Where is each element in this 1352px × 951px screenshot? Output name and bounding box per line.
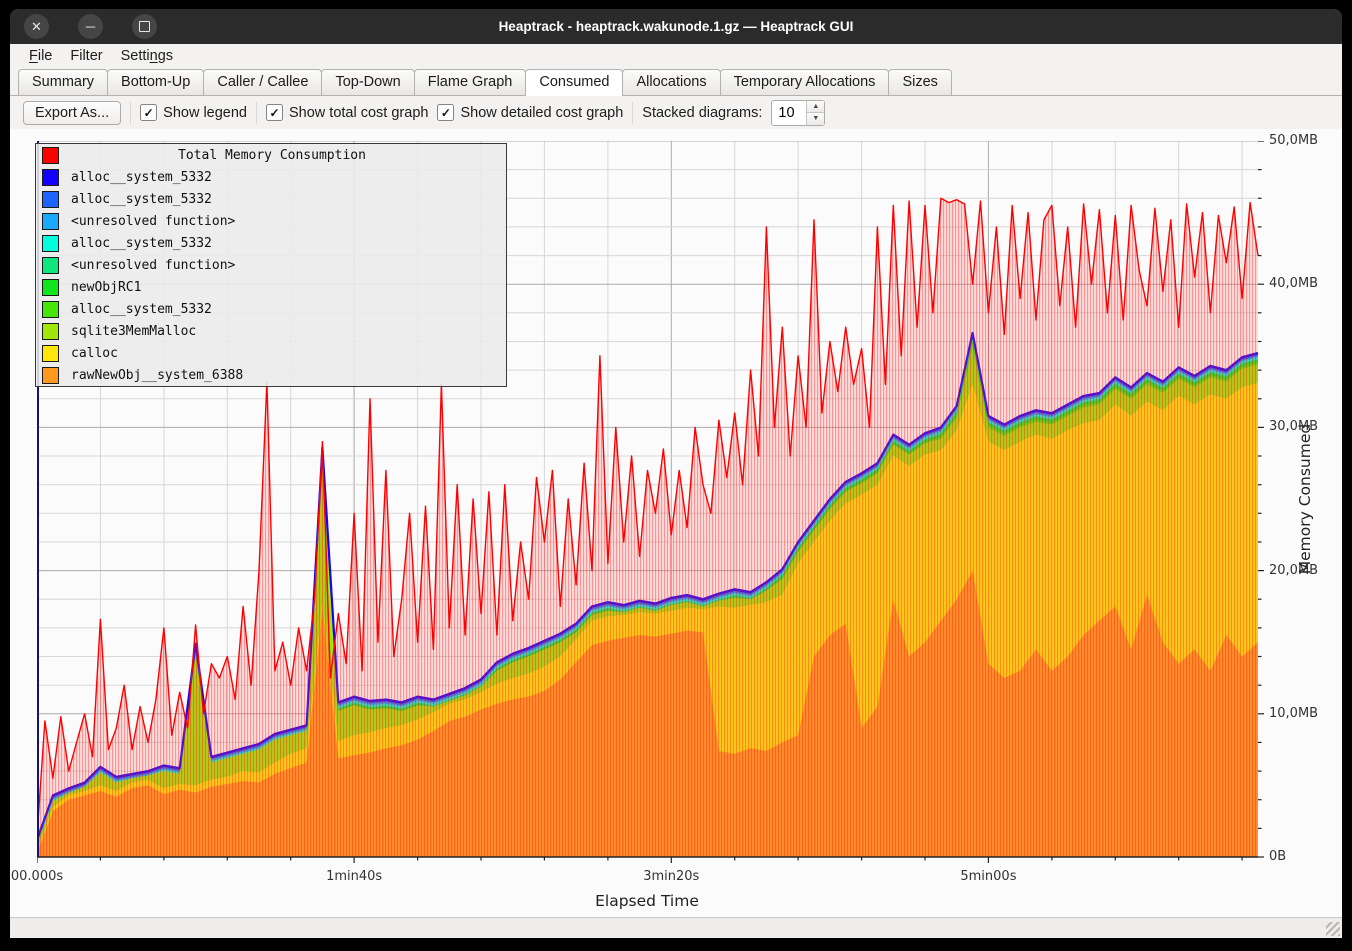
legend-label: alloc__system_5332 [71, 170, 212, 185]
toolbar-separator [632, 102, 633, 124]
legend-swatch [42, 235, 59, 252]
toolbar: Export As... ✓ Show legend ✓ Show total … [10, 96, 1342, 129]
y-tick-label: 50,0MB [1269, 133, 1318, 148]
window-title: Heaptrack - heaptrack.wakunode.1.gz — He… [10, 19, 1342, 34]
show-total-cost-label: Show total cost graph [289, 105, 428, 121]
tab-allocations[interactable]: Allocations [622, 69, 720, 95]
legend-swatch [42, 345, 59, 362]
tab-temporary-allocations[interactable]: Temporary Allocations [720, 69, 890, 95]
show-detailed-cost-label: Show detailed cost graph [460, 105, 623, 121]
x-tick-label: 00.000s [11, 869, 63, 884]
y-tick-label: 40,0MB [1269, 276, 1318, 291]
tab-top-down[interactable]: Top-Down [321, 69, 414, 95]
legend-label: alloc__system_5332 [71, 302, 212, 317]
legend-label: rawNewObj__system_6388 [71, 368, 243, 383]
tab-bar: Summary Bottom-Up Caller / Callee Top-Do… [10, 67, 1342, 96]
legend-row: Total Memory Consumption [36, 144, 506, 166]
legend-label: alloc__system_5332 [71, 236, 212, 251]
show-detailed-cost-checkbox[interactable]: ✓ Show detailed cost graph [437, 104, 623, 121]
menu-settings[interactable]: Settings [112, 47, 182, 65]
legend-label: alloc__system_5332 [71, 192, 212, 207]
checkbox-icon[interactable]: ✓ [437, 104, 454, 121]
x-tick-label: 5min00s [960, 869, 1016, 884]
legend-swatch [42, 147, 59, 164]
stacked-diagrams-input[interactable] [772, 101, 806, 125]
menu-bar: File Filter Settings [10, 44, 1342, 67]
legend-row: <unresolved function> [36, 254, 506, 276]
legend-label: <unresolved function> [71, 258, 235, 273]
export-as-button[interactable]: Export As... [23, 101, 121, 125]
title-bar[interactable]: ✕ ─ Heaptrack - heaptrack.wakunode.1.gz … [10, 9, 1342, 44]
toolbar-separator [130, 102, 131, 124]
legend-swatch [42, 213, 59, 230]
x-tick-label: 1min40s [326, 869, 382, 884]
show-legend-label: Show legend [163, 105, 247, 121]
legend-swatch [42, 257, 59, 274]
legend-label: <unresolved function> [71, 214, 235, 229]
stacked-diagrams-label: Stacked diagrams: [642, 105, 762, 121]
minimize-button[interactable]: ─ [78, 14, 103, 39]
spinner-up-button[interactable]: ▲ [807, 101, 824, 114]
legend-swatch [42, 367, 59, 384]
tab-summary[interactable]: Summary [18, 69, 108, 95]
menu-file[interactable]: File [20, 47, 61, 65]
legend-swatch [42, 191, 59, 208]
legend-label: sqlite3MemMalloc [71, 324, 196, 339]
tab-bottom-up[interactable]: Bottom-Up [107, 69, 204, 95]
chart-legend: Total Memory Consumption alloc__system_53… [35, 143, 507, 387]
x-axis-title: Elapsed Time [595, 892, 699, 910]
tab-caller-callee[interactable]: Caller / Callee [203, 69, 322, 95]
menu-filter[interactable]: Filter [61, 47, 111, 65]
show-total-cost-checkbox[interactable]: ✓ Show total cost graph [266, 104, 428, 121]
resize-grip[interactable] [1326, 922, 1340, 936]
y-axis-title: Memory Consumed [1296, 424, 1314, 574]
legend-row: newObjRC1 [36, 276, 506, 298]
legend-swatch [42, 169, 59, 186]
legend-row: alloc__system_5332 [36, 188, 506, 210]
x-tick-label: 3min20s [643, 869, 699, 884]
tab-sizes[interactable]: Sizes [888, 69, 951, 95]
legend-row: sqlite3MemMalloc [36, 320, 506, 342]
legend-swatch [42, 323, 59, 340]
legend-row: <unresolved function> [36, 210, 506, 232]
status-bar [10, 917, 1342, 938]
checkbox-icon[interactable]: ✓ [266, 104, 283, 121]
legend-row: alloc__system_5332 [36, 166, 506, 188]
legend-row: alloc__system_5332 [36, 232, 506, 254]
maximize-icon [139, 21, 150, 32]
y-tick-label: 0B [1269, 849, 1286, 864]
legend-row: alloc__system_5332 [36, 298, 506, 320]
tab-flame-graph[interactable]: Flame Graph [414, 69, 527, 95]
legend-swatch [42, 301, 59, 318]
y-tick-label: 10,0MB [1269, 706, 1318, 721]
checkbox-icon[interactable]: ✓ [140, 104, 157, 121]
spinner-down-button[interactable]: ▼ [807, 113, 824, 125]
legend-row: calloc [36, 342, 506, 364]
legend-label: calloc [71, 346, 118, 361]
close-button[interactable]: ✕ [24, 14, 49, 39]
legend-row: rawNewObj__system_6388 [36, 364, 506, 386]
legend-label: newObjRC1 [71, 280, 141, 295]
tab-consumed[interactable]: Consumed [525, 69, 623, 96]
heaptrack-window: ✕ ─ Heaptrack - heaptrack.wakunode.1.gz … [10, 9, 1342, 938]
maximize-button[interactable] [132, 14, 157, 39]
stacked-diagrams-spinner[interactable]: ▲ ▼ [771, 100, 825, 126]
legend-label: Total Memory Consumption [71, 148, 473, 163]
consumed-chart: 0B10,0MB20,0MB30,0MB40,0MB50,0MB 00.000s… [10, 129, 1342, 918]
legend-swatch [42, 279, 59, 296]
toolbar-separator [256, 102, 257, 124]
show-legend-checkbox[interactable]: ✓ Show legend [140, 104, 247, 121]
